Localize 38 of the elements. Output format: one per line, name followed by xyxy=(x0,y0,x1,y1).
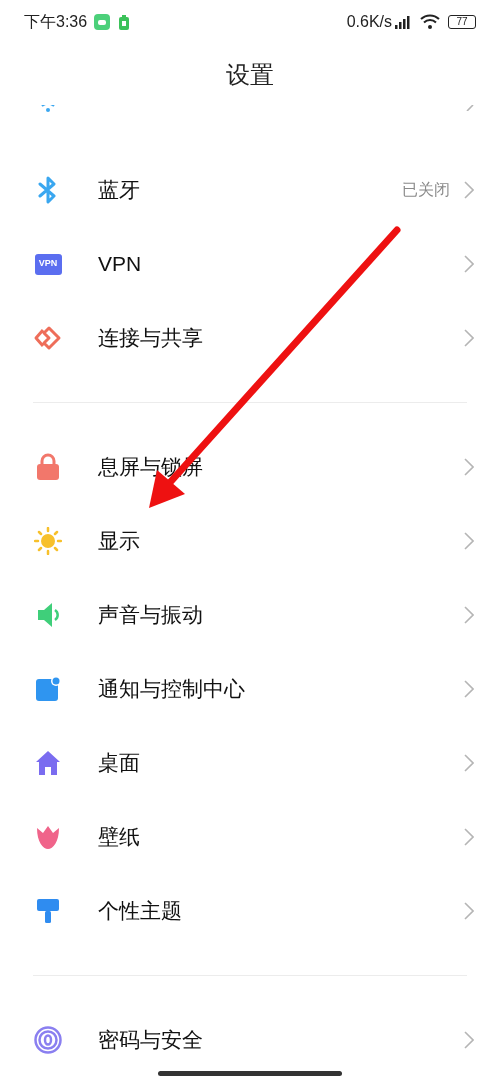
settings-item[interactable]: 通知与控制中心 xyxy=(0,652,500,726)
tulip-icon xyxy=(35,824,61,850)
item-label: 个性主题 xyxy=(98,898,182,925)
item-label: 通知与控制中心 xyxy=(98,676,245,703)
status-time: 下午3:36 xyxy=(24,12,88,32)
notification-icon xyxy=(35,676,61,702)
settings-item[interactable]: 声音与振动 xyxy=(0,578,500,652)
settings-item[interactable]: 连接与共享 xyxy=(0,301,500,375)
settings-item[interactable]: 壁纸 xyxy=(0,800,500,874)
item-label: 声音与振动 xyxy=(98,602,203,629)
item-label: 密码与安全 xyxy=(98,1027,203,1054)
item-label: VPN xyxy=(98,251,142,278)
item-value: 已关闭 xyxy=(402,180,450,200)
settings-item[interactable]: 蓝牙 已关闭 xyxy=(0,153,500,227)
settings-item[interactable]: 个性主题 xyxy=(0,874,500,948)
sun-icon xyxy=(34,527,62,555)
settings-item[interactable]: 显示 xyxy=(0,504,500,578)
android-app-icon xyxy=(94,14,111,30)
cleaner-app-icon xyxy=(119,14,130,30)
share-icon xyxy=(34,325,62,351)
page-title: 设置 xyxy=(226,59,274,90)
fingerprint-icon xyxy=(34,1026,62,1054)
lock-icon xyxy=(36,453,60,481)
speaker-icon xyxy=(36,601,60,629)
battery-indicator: 77 xyxy=(448,15,476,29)
signal-icon xyxy=(394,14,412,30)
home-icon xyxy=(35,750,61,776)
item-label: 连接与共享 xyxy=(98,325,203,352)
item-label: 蓝牙 xyxy=(98,177,140,204)
item-label: 显示 xyxy=(98,528,140,555)
settings-item[interactable]: VPN VPN xyxy=(0,227,500,301)
settings-item[interactable]: 桌面 xyxy=(0,726,500,800)
brush-icon xyxy=(36,897,60,925)
item-label: 壁纸 xyxy=(98,824,140,851)
settings-item[interactable]: 密码与安全 xyxy=(0,1003,500,1077)
item-label: 桌面 xyxy=(98,750,140,777)
vpn-icon: VPN xyxy=(34,253,62,275)
network-speed: 0.6K/s xyxy=(346,12,392,32)
